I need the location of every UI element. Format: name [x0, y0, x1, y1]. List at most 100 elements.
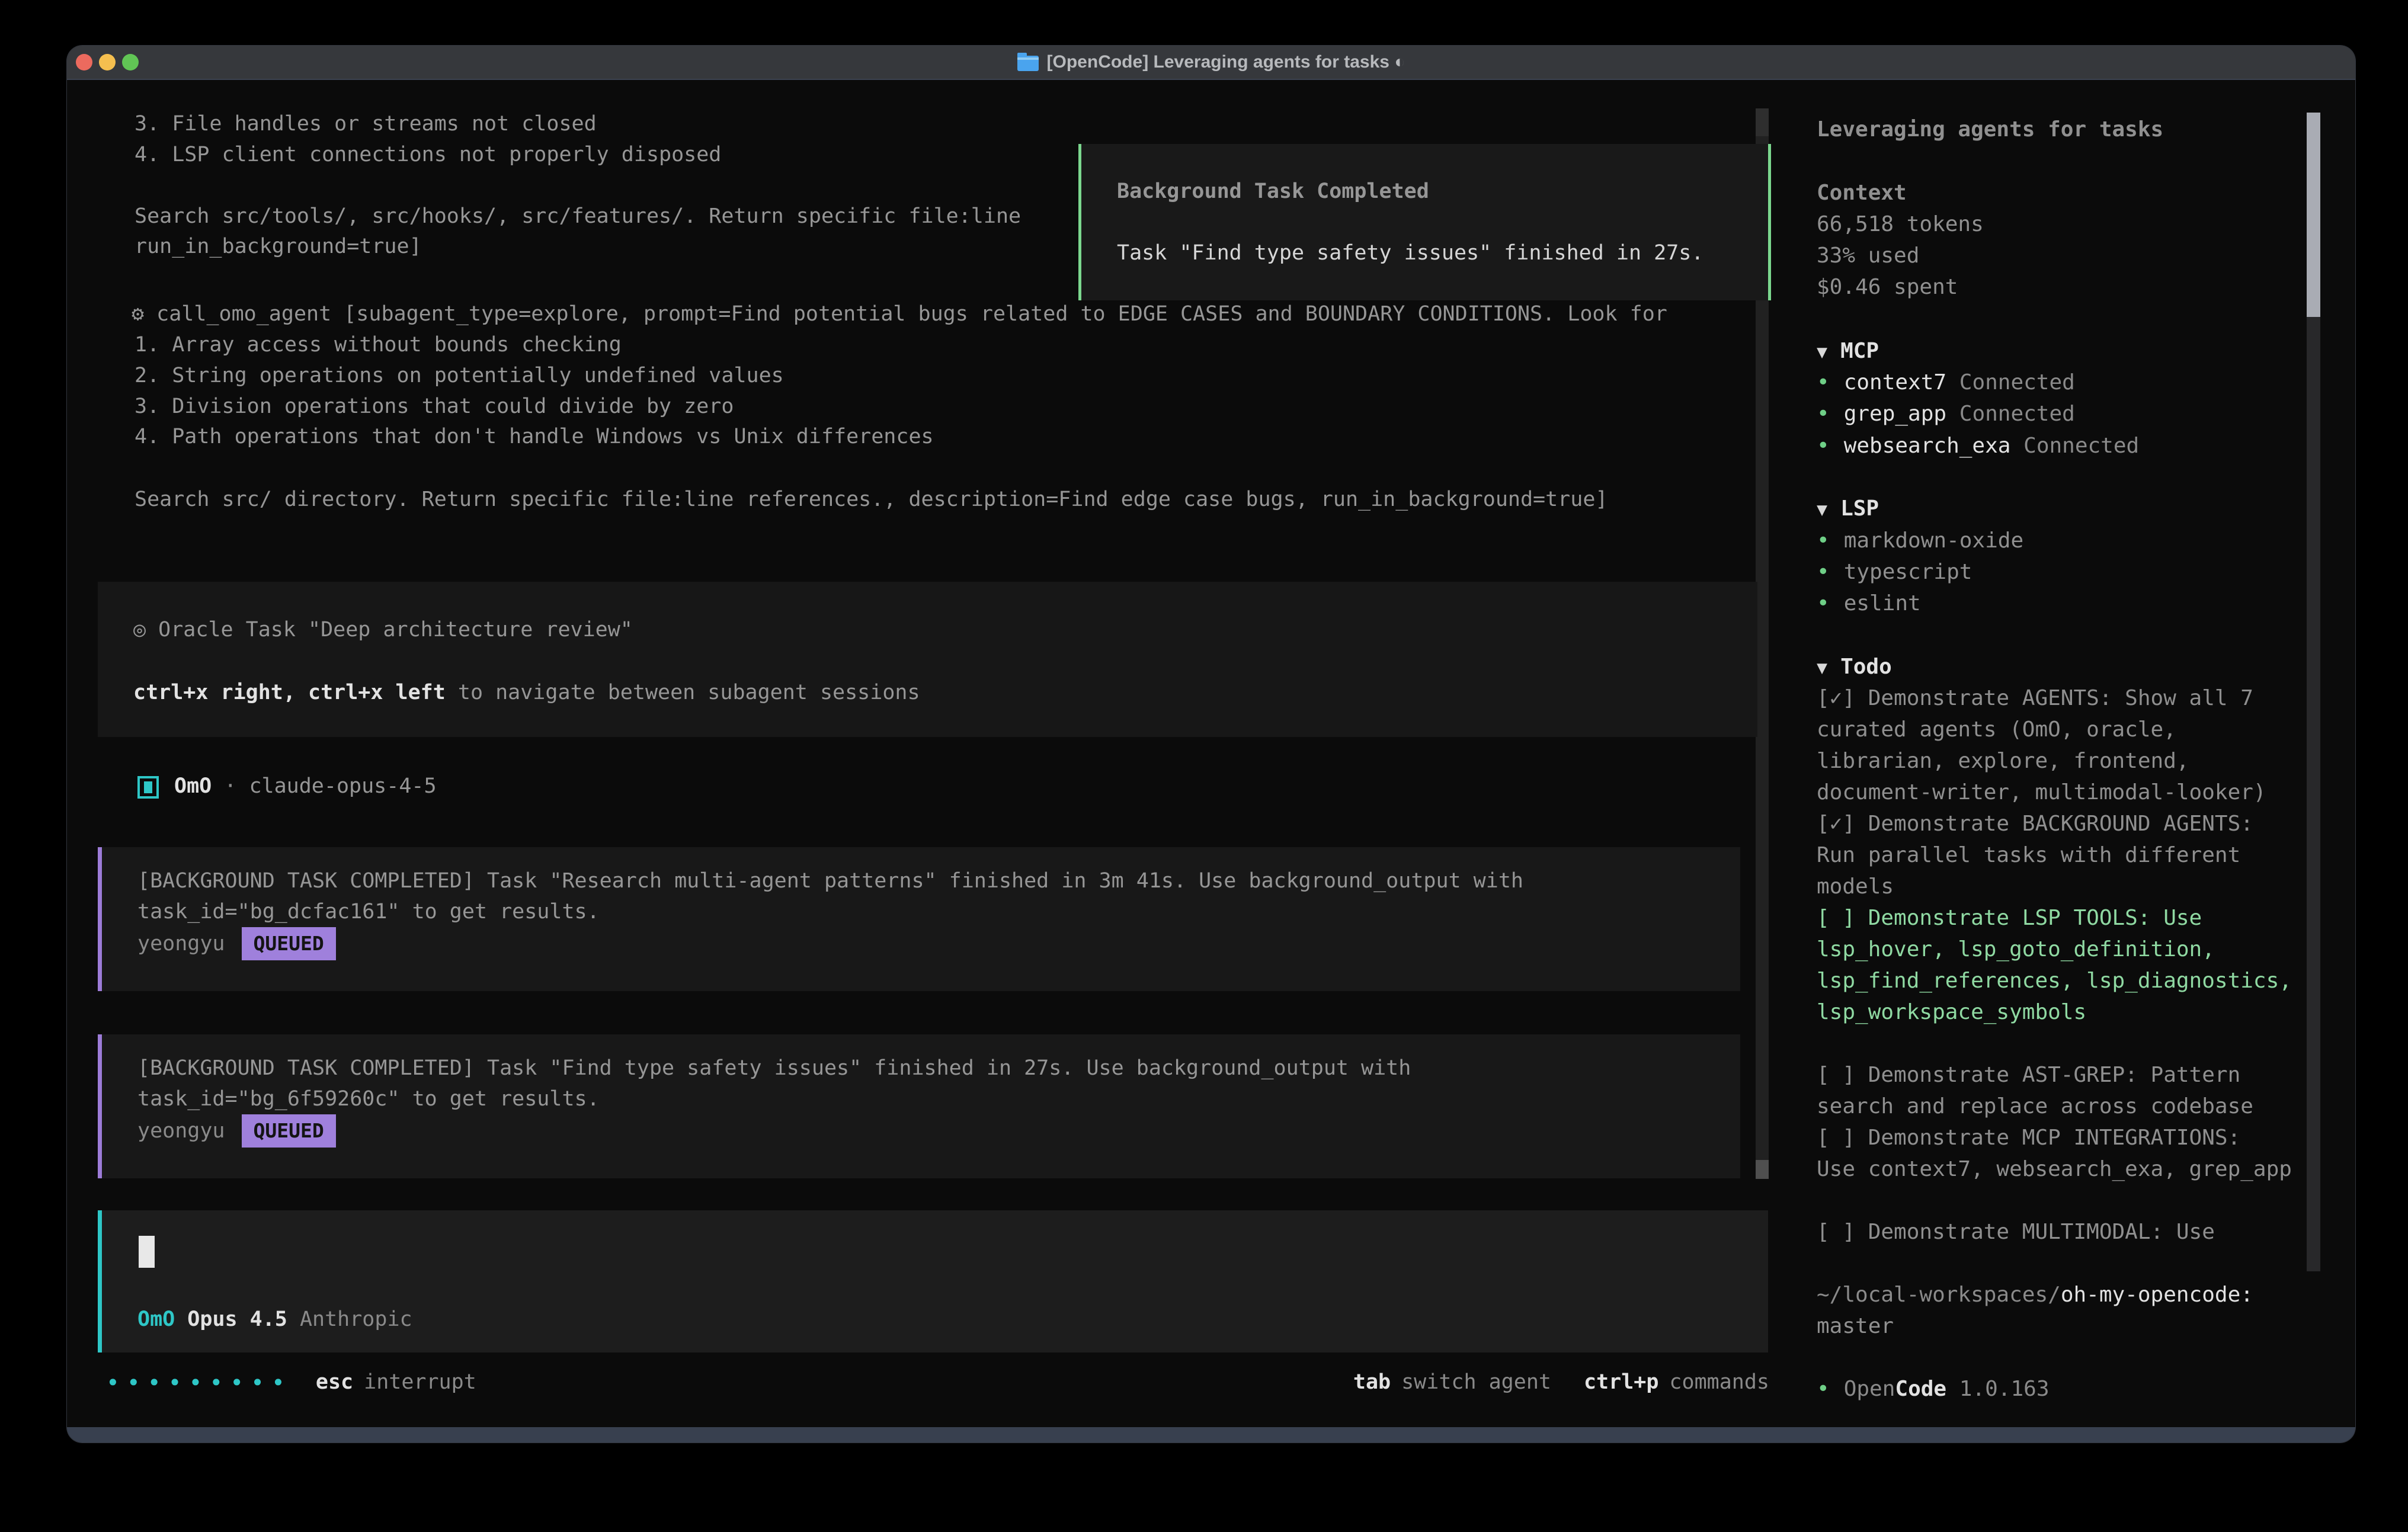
minimize-button[interactable] [99, 54, 116, 70]
lsp-item: •markdown-oxide [1817, 525, 2023, 556]
input-agent-name[interactable]: OmO [137, 1307, 175, 1331]
input-provider: Anthropic [300, 1307, 412, 1331]
todo-line: [✓] Demonstrate AGENTS: Show all 7 [1817, 682, 2253, 714]
task-message-line1: [BACKGROUND TASK COMPLETED] Task "Resear… [137, 866, 1523, 896]
status-dot-icon: • [1817, 528, 1830, 553]
todo-line-active: lsp_workspace_symbols [1817, 996, 2086, 1028]
window-titlebar: [OpenCode] Leveraging agents for tasks ◐ [67, 46, 2355, 80]
maximize-button[interactable] [122, 54, 139, 70]
sidebar-scrollbar-thumb[interactable] [2307, 113, 2320, 317]
context-spent: $0.46 spent [1817, 271, 1958, 303]
oracle-shortcut-line: ctrl+x right, ctrl+x left to navigate be… [133, 677, 920, 708]
task-message-meta: yeongyu QUEUED [137, 927, 336, 961]
todo-line-active: lsp_hover, lsp_goto_definition, [1817, 934, 2215, 965]
mcp-section-header[interactable]: ▼MCP [1817, 335, 1879, 367]
ctrlp-key-label: commands [1669, 1370, 1769, 1394]
todo-line: search and replace across codebase [1817, 1091, 2253, 1122]
todo-line: [ ] Demonstrate MULTIMODAL: Use [1817, 1216, 2215, 1248]
task-message-line2: task_id="bg_6f59260c" to get results. [137, 1084, 600, 1114]
tool-call-item: 4. Path operations that don't handle Win… [135, 421, 934, 452]
chevron-down-icon: ▼ [1817, 499, 1827, 520]
prompt-input[interactable]: OmO Opus 4.5 Anthropic [98, 1210, 1768, 1352]
lsp-item: •eslint [1817, 588, 1921, 619]
esc-key-label: interrupt [364, 1370, 476, 1394]
notification-title: Background Task Completed [1117, 176, 1429, 207]
main-scrollbar-thumb[interactable] [1756, 1160, 1769, 1179]
sidebar-scrollbar-track[interactable] [2307, 317, 2320, 1271]
esc-keycap: esc [316, 1370, 353, 1394]
mcp-item: •grep_app Connected [1817, 398, 2075, 430]
version-line: •OpenCode 1.0.163 [1817, 1373, 2050, 1405]
shortcut-hint: to navigate between subagent sessions [458, 681, 920, 704]
scrollback-line: 3. File handles or streams not closed [135, 108, 597, 139]
window-title: [OpenCode] Leveraging agents for tasks ◐ [1047, 52, 1405, 72]
status-dot-icon: • [1817, 434, 1830, 458]
task-author: yeongyu [137, 932, 225, 956]
gear-icon: ⚙ [132, 302, 144, 326]
status-dot-icon: • [1817, 370, 1830, 395]
chevron-down-icon: ▼ [1817, 342, 1827, 363]
workspace-branch: master [1817, 1310, 1894, 1342]
todo-line: Use context7, websearch_exa, grep_app [1817, 1153, 2292, 1185]
spinner-dots: ∙∙∙∙∙∙∙∙∙ [106, 1369, 292, 1395]
window-bottom-edge [67, 1427, 2355, 1443]
chevron-down-icon: ▼ [1817, 658, 1827, 678]
agent-name: OmO [174, 774, 212, 798]
status-bar-right: tab switch agent ctrl+p commands [1353, 1367, 1769, 1398]
todo-line: [✓] Demonstrate BACKGROUND AGENTS: [1817, 808, 2253, 839]
main-scrollbar-cap [1756, 108, 1769, 136]
scrollback-line: 4. LSP client connections not properly d… [135, 139, 721, 170]
session-title: Leveraging agents for tasks [1817, 114, 2163, 145]
oracle-icon: ◎ [133, 618, 146, 642]
status-badge: QUEUED [242, 927, 336, 960]
status-dot-icon: • [1817, 560, 1830, 584]
task-message-line2: task_id="bg_dcfac161" to get results. [137, 896, 600, 927]
mcp-item: •context7 Connected [1817, 367, 2075, 398]
agent-model: claude-opus-4-5 [249, 774, 436, 798]
shortcut-keys: ctrl+x right, ctrl+x left [133, 681, 446, 704]
todo-line-active: lsp_find_references, lsp_diagnostics, [1817, 965, 2292, 996]
todo-line: models [1817, 871, 1894, 902]
ctrlp-keycap: ctrl+p [1584, 1370, 1658, 1394]
agent-header: OmO · claude-opus-4-5 [174, 771, 437, 802]
window-title-group: [OpenCode] Leveraging agents for tasks ◐ [1017, 52, 1405, 72]
input-model-line: OmO Opus 4.5 Anthropic [137, 1304, 412, 1335]
lsp-section-header[interactable]: ▼LSP [1817, 493, 1879, 524]
oracle-task-title: ◎ Oracle Task "Deep architecture review" [133, 614, 633, 645]
text-cursor [139, 1236, 155, 1268]
todo-line: document-writer, multimodal-looker) [1817, 777, 2266, 808]
status-dot-icon: • [1817, 1377, 1830, 1401]
tool-call-header: ⚙ call_omo_agent [subagent_type=explore,… [132, 299, 1667, 329]
agent-icon [137, 776, 159, 799]
tool-call-item: 3. Division operations that could divide… [135, 391, 734, 422]
task-message-meta: yeongyuQUEUED [137, 1114, 336, 1148]
status-dot-icon: • [1817, 591, 1830, 616]
traffic-lights [76, 54, 139, 70]
mcp-item: •websearch_exa Connected [1817, 430, 2139, 461]
todo-line: Run parallel tasks with different [1817, 839, 2240, 871]
workspace-path: ~/local-workspaces/oh-my-opencode: [1817, 1279, 2253, 1310]
scrollback-line: run_in_background=true] [135, 231, 422, 262]
folder-icon [1017, 56, 1039, 71]
tool-call-footer: Search src/ directory. Return specific f… [135, 484, 1608, 515]
tab-key-label: switch agent [1401, 1370, 1551, 1394]
context-tokens: 66,518 tokens [1817, 209, 1984, 240]
task-message: [BACKGROUND TASK COMPLETED] Task "Resear… [98, 847, 1740, 991]
context-used: 33% used [1817, 240, 1919, 271]
tab-keycap: tab [1353, 1370, 1391, 1394]
task-message: [BACKGROUND TASK COMPLETED] Task "Find t… [98, 1034, 1740, 1178]
tool-call-item: 1. Array access without bounds checking [135, 329, 622, 360]
todo-line: [ ] Demonstrate MCP INTEGRATIONS: [1817, 1122, 2240, 1153]
lsp-item: •typescript [1817, 556, 1972, 588]
close-button[interactable] [76, 54, 92, 70]
oracle-task-box: ◎ Oracle Task "Deep architecture review"… [98, 582, 1757, 737]
screen: [OpenCode] Leveraging agents for tasks ◐… [0, 0, 2408, 1532]
status-badge: QUEUED [242, 1114, 336, 1148]
context-heading: Context [1817, 177, 1907, 209]
status-dot-icon: • [1817, 402, 1830, 426]
todo-section-header[interactable]: ▼Todo [1817, 651, 1892, 682]
todo-line-active: [ ] Demonstrate LSP TOOLS: Use [1817, 902, 2202, 934]
notification-toast[interactable]: Background Task Completed Task "Find typ… [1078, 144, 1771, 300]
input-model-name[interactable]: Opus 4.5 [187, 1307, 287, 1331]
scrollback-line: Search src/tools/, src/hooks/, src/featu… [135, 201, 1021, 232]
